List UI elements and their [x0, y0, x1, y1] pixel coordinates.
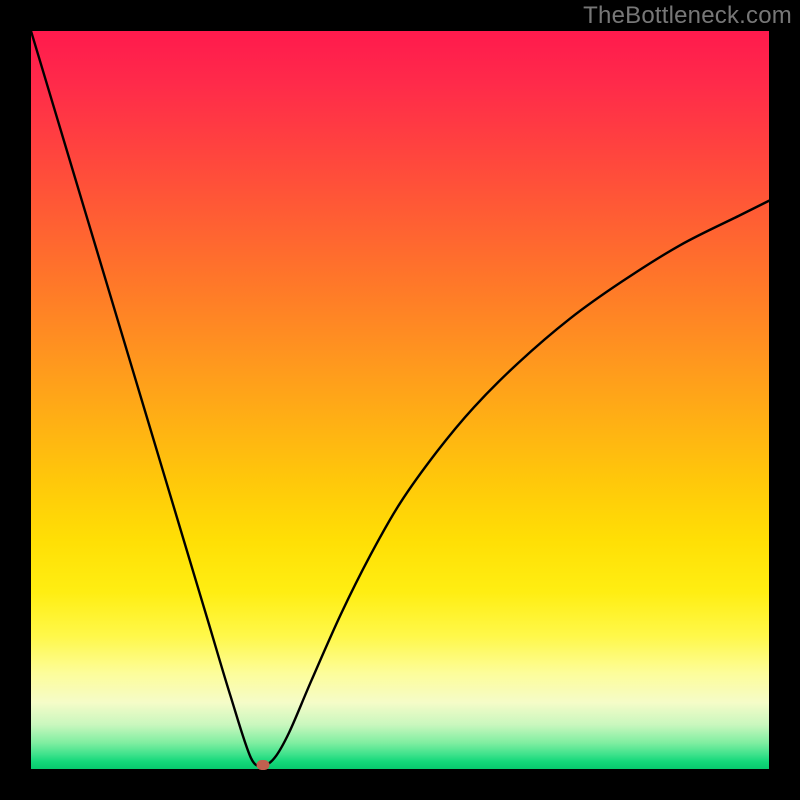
chart-frame: TheBottleneck.com	[0, 0, 800, 800]
watermark-text: TheBottleneck.com	[583, 2, 792, 30]
plot-area	[31, 31, 769, 769]
bottleneck-curve	[31, 31, 769, 769]
optimum-marker	[257, 760, 270, 770]
